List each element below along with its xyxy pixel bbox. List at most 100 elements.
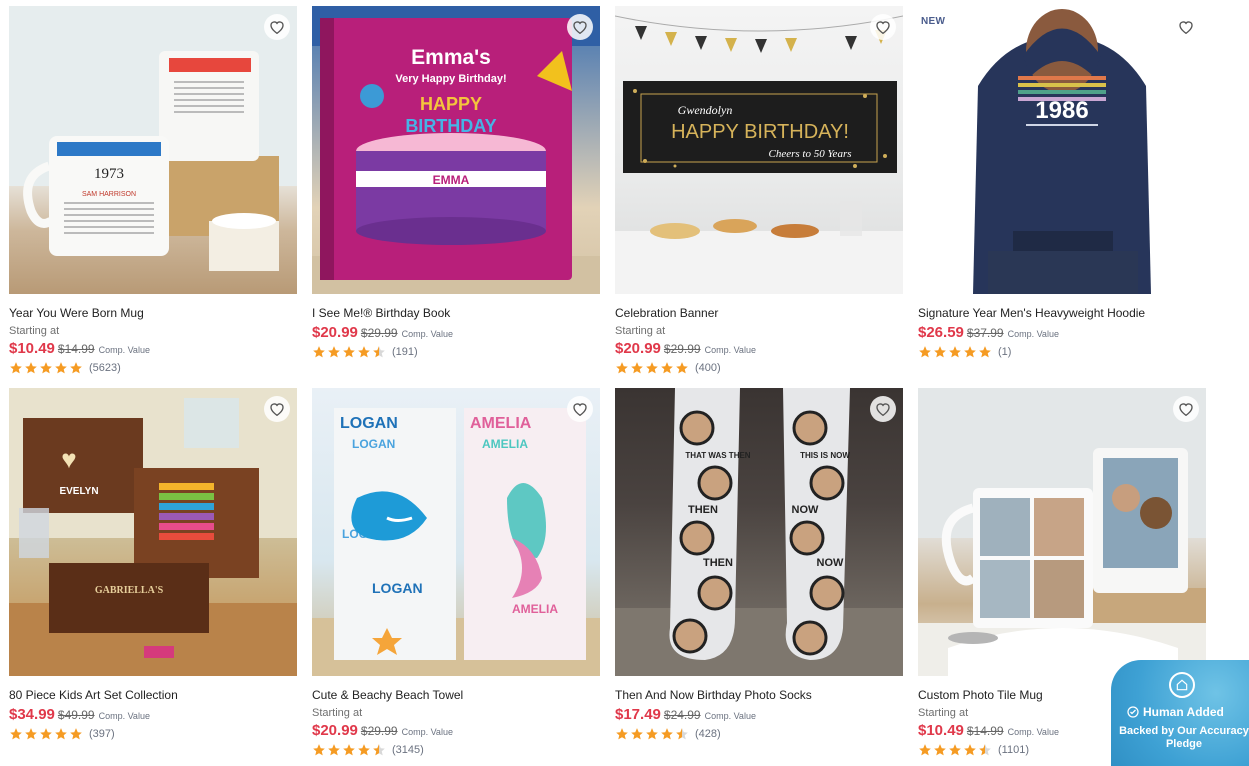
star-rating-icon (918, 743, 992, 757)
product-title[interactable]: 80 Piece Kids Art Set Collection (9, 688, 297, 702)
review-count[interactable]: (191) (392, 346, 418, 358)
star-icon (964, 744, 976, 756)
product-image[interactable]: Emma's Very Happy Birthday! HAPPY BIRTHD… (312, 6, 600, 294)
rating[interactable]: (400) (615, 360, 903, 376)
star-icon (661, 362, 673, 374)
product-title[interactable]: Celebration Banner (615, 306, 903, 320)
rating[interactable]: (428) (615, 726, 903, 742)
star-icon (631, 362, 643, 374)
star-icon (40, 362, 52, 374)
rating[interactable]: (1) (918, 344, 1206, 360)
comp-value-label: Comp. Value (401, 727, 453, 737)
rating[interactable]: (397) (9, 726, 297, 742)
star-icon (373, 744, 385, 756)
favorite-heart-icon[interactable] (870, 14, 896, 40)
favorite-heart-icon[interactable] (567, 14, 593, 40)
sale-price: $20.99 (312, 324, 358, 341)
price-row: $20.99 $29.99 Comp. Value (312, 723, 600, 740)
product-title[interactable]: Signature Year Men's Heavyweight Hoodie (918, 306, 1206, 320)
socks-right-text: THIS IS NOW (800, 451, 850, 460)
product-image[interactable]: Gwendolyn HAPPY BIRTHDAY! Cheers to 50 Y… (615, 6, 903, 294)
original-price: $29.99 (663, 342, 701, 356)
star-icon (661, 728, 673, 740)
favorite-heart-icon[interactable] (264, 14, 290, 40)
product-title[interactable]: I See Me!® Birthday Book (312, 306, 600, 320)
review-count[interactable]: (1) (998, 346, 1011, 358)
rating[interactable]: (191) (312, 344, 600, 360)
favorite-heart-icon[interactable] (1173, 396, 1199, 422)
product-image[interactable]: LOGAN LOGAN LOGAN LOGAN AMELIA AMELIA AM… (312, 388, 600, 676)
original-price: $24.99 (663, 708, 701, 722)
review-count[interactable]: (400) (695, 362, 721, 374)
product-card[interactable]: LOGAN LOGAN LOGAN LOGAN AMELIA AMELIA AM… (312, 388, 600, 758)
favorite-heart-icon[interactable] (264, 396, 290, 422)
rating[interactable]: (3145) (312, 742, 600, 758)
comp-value-label: Comp. Value (1007, 329, 1059, 339)
review-count[interactable]: (1101) (998, 744, 1029, 756)
sale-price: $34.99 (9, 706, 55, 723)
star-rating-icon (9, 727, 83, 741)
sale-price: $26.59 (918, 324, 964, 341)
towel-name1-text: LOGAN (340, 415, 398, 432)
star-icon (313, 346, 325, 358)
star-icon (313, 744, 325, 756)
sale-price: $20.99 (615, 340, 661, 357)
star-icon (949, 346, 961, 358)
star-rating-icon (615, 727, 689, 741)
star-icon (979, 346, 991, 358)
product-card[interactable]: 1986 NEW Signature Year Men's Heavyweigh… (918, 6, 1206, 360)
check-circle-icon (1127, 706, 1139, 718)
product-card[interactable]: 1973 SAM HARRISON Year You Were Born Mug… (9, 6, 297, 376)
review-count[interactable]: (397) (89, 728, 115, 740)
star-icon (10, 362, 22, 374)
star-icon (949, 744, 961, 756)
accuracy-pledge-widget[interactable]: Human Added Backed by Our Accuracy Pledg… (1111, 660, 1249, 766)
comp-value-label: Comp. Value (98, 711, 150, 721)
svg-text:THEN: THEN (703, 557, 733, 569)
svg-text:NOW: NOW (792, 504, 820, 516)
product-image[interactable]: 1986 NEW (918, 6, 1206, 294)
comp-value-label: Comp. Value (98, 345, 150, 355)
star-icon (646, 362, 658, 374)
favorite-heart-icon[interactable] (567, 396, 593, 422)
book-subtitle-text: Very Happy Birthday! (395, 73, 506, 85)
rating[interactable]: (5623) (9, 360, 297, 376)
sale-price: $17.49 (615, 706, 661, 723)
star-rating-icon (918, 345, 992, 359)
price-row: $26.59 $37.99 Comp. Value (918, 325, 1206, 342)
product-image[interactable]: THAT WAS THEN THEN THEN THIS IS NOW NOW … (615, 388, 903, 676)
favorite-heart-icon[interactable] (870, 396, 896, 422)
art-case-name-text: EVELYN (59, 486, 98, 497)
star-icon (25, 362, 37, 374)
svg-text:NOW: NOW (817, 557, 845, 569)
product-card[interactable]: Gwendolyn HAPPY BIRTHDAY! Cheers to 50 Y… (615, 6, 903, 376)
product-title[interactable]: Then And Now Birthday Photo Socks (615, 688, 903, 702)
star-icon (979, 744, 991, 756)
product-image[interactable]: 1973 SAM HARRISON (9, 6, 297, 294)
original-price: $14.99 (966, 724, 1004, 738)
review-count[interactable]: (5623) (89, 362, 121, 374)
star-icon (358, 346, 370, 358)
review-count[interactable]: (428) (695, 728, 721, 740)
star-icon (616, 728, 628, 740)
star-icon (70, 728, 82, 740)
star-rating-icon (312, 743, 386, 757)
review-count[interactable]: (3145) (392, 744, 424, 756)
product-card[interactable]: Emma's Very Happy Birthday! HAPPY BIRTHD… (312, 6, 600, 360)
svg-text:LOGAN: LOGAN (352, 437, 395, 451)
product-title[interactable]: Cute & Beachy Beach Towel (312, 688, 600, 702)
star-icon (919, 346, 931, 358)
original-price: $29.99 (360, 724, 398, 738)
product-image[interactable]: ♥ EVELYN GABRIELLA'S (9, 388, 297, 676)
product-image[interactable] (918, 388, 1206, 676)
star-icon (373, 346, 385, 358)
svg-text:LOGAN: LOGAN (372, 580, 423, 596)
comp-value-label: Comp. Value (704, 345, 756, 355)
product-card[interactable]: ♥ EVELYN GABRIELLA'S 80 Piece Kids Art S… (9, 388, 297, 742)
favorite-heart-icon[interactable] (1173, 14, 1199, 40)
product-card[interactable]: THAT WAS THEN THEN THEN THIS IS NOW NOW … (615, 388, 903, 742)
star-icon (25, 728, 37, 740)
product-title[interactable]: Year You Were Born Mug (9, 306, 297, 320)
comp-value-label: Comp. Value (1007, 727, 1059, 737)
price-row: $20.99 $29.99 Comp. Value (312, 325, 600, 342)
